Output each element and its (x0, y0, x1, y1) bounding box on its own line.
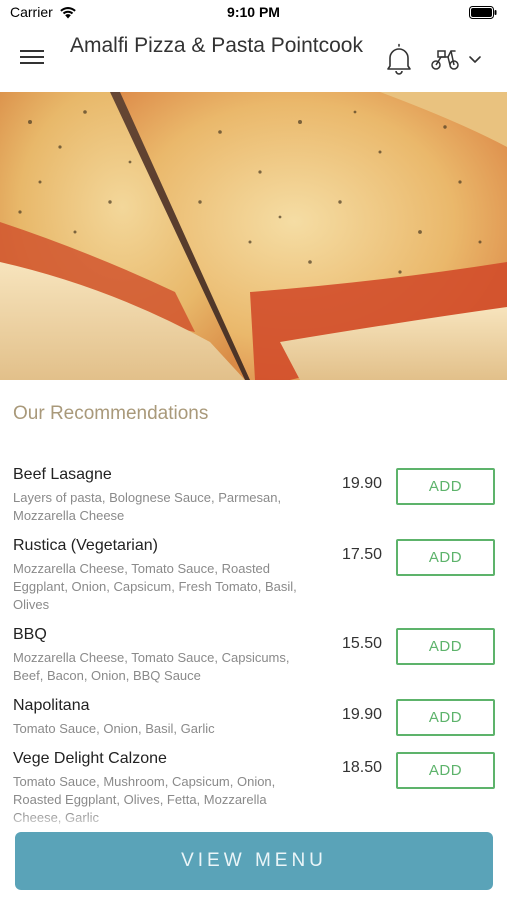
notifications-button[interactable] (384, 43, 414, 75)
pizza-image (0, 92, 507, 380)
status-time: 9:10 PM (227, 4, 280, 20)
item-price: 19.90 (342, 706, 383, 723)
delivery-mode-selector[interactable] (430, 46, 494, 72)
item-price: 15.50 (342, 635, 383, 652)
item-description: Mozzarella Cheese, Tomato Sauce, Roasted… (13, 561, 297, 612)
restaurant-title: Amalfi Pizza & Pasta Pointcook (70, 34, 363, 57)
list-fade (0, 812, 507, 834)
item-price: 19.90 (342, 475, 383, 492)
hero-image (0, 92, 507, 380)
item-description: Mozzarella Cheese, Tomato Sauce, Capsicu… (13, 650, 290, 683)
chevron-down-icon (469, 56, 481, 63)
item-name: BBQ (13, 626, 47, 643)
item-price: 18.50 (342, 759, 383, 776)
item-name: Napolitana (13, 697, 90, 714)
bell-icon (387, 43, 411, 75)
item-description: Tomato Sauce, Onion, Basil, Garlic (13, 721, 215, 736)
item-description: Layers of pasta, Bolognese Sauce, Parmes… (13, 490, 282, 523)
item-name: Vege Delight Calzone (13, 750, 167, 767)
add-button[interactable]: ADD (396, 752, 495, 789)
status-bar: Carrier 9:10 PM (0, 0, 507, 26)
add-button[interactable]: ADD (396, 468, 495, 505)
item-name: Beef Lasagne (13, 466, 112, 483)
add-button[interactable]: ADD (396, 539, 495, 576)
hamburger-menu-button[interactable] (20, 46, 50, 72)
status-right (469, 6, 497, 24)
scooter-icon (431, 50, 459, 70)
battery-icon (469, 6, 497, 19)
section-title: Our Recommendations (13, 403, 209, 424)
app-header: Amalfi Pizza & Pasta Pointcook (0, 26, 507, 92)
item-price: 17.50 (342, 546, 383, 563)
hamburger-icon (20, 50, 50, 64)
add-button[interactable]: ADD (396, 628, 495, 665)
item-name: Rustica (Vegetarian) (13, 537, 158, 554)
view-menu-button[interactable]: VIEW MENU (15, 832, 493, 890)
add-button[interactable]: ADD (396, 699, 495, 736)
